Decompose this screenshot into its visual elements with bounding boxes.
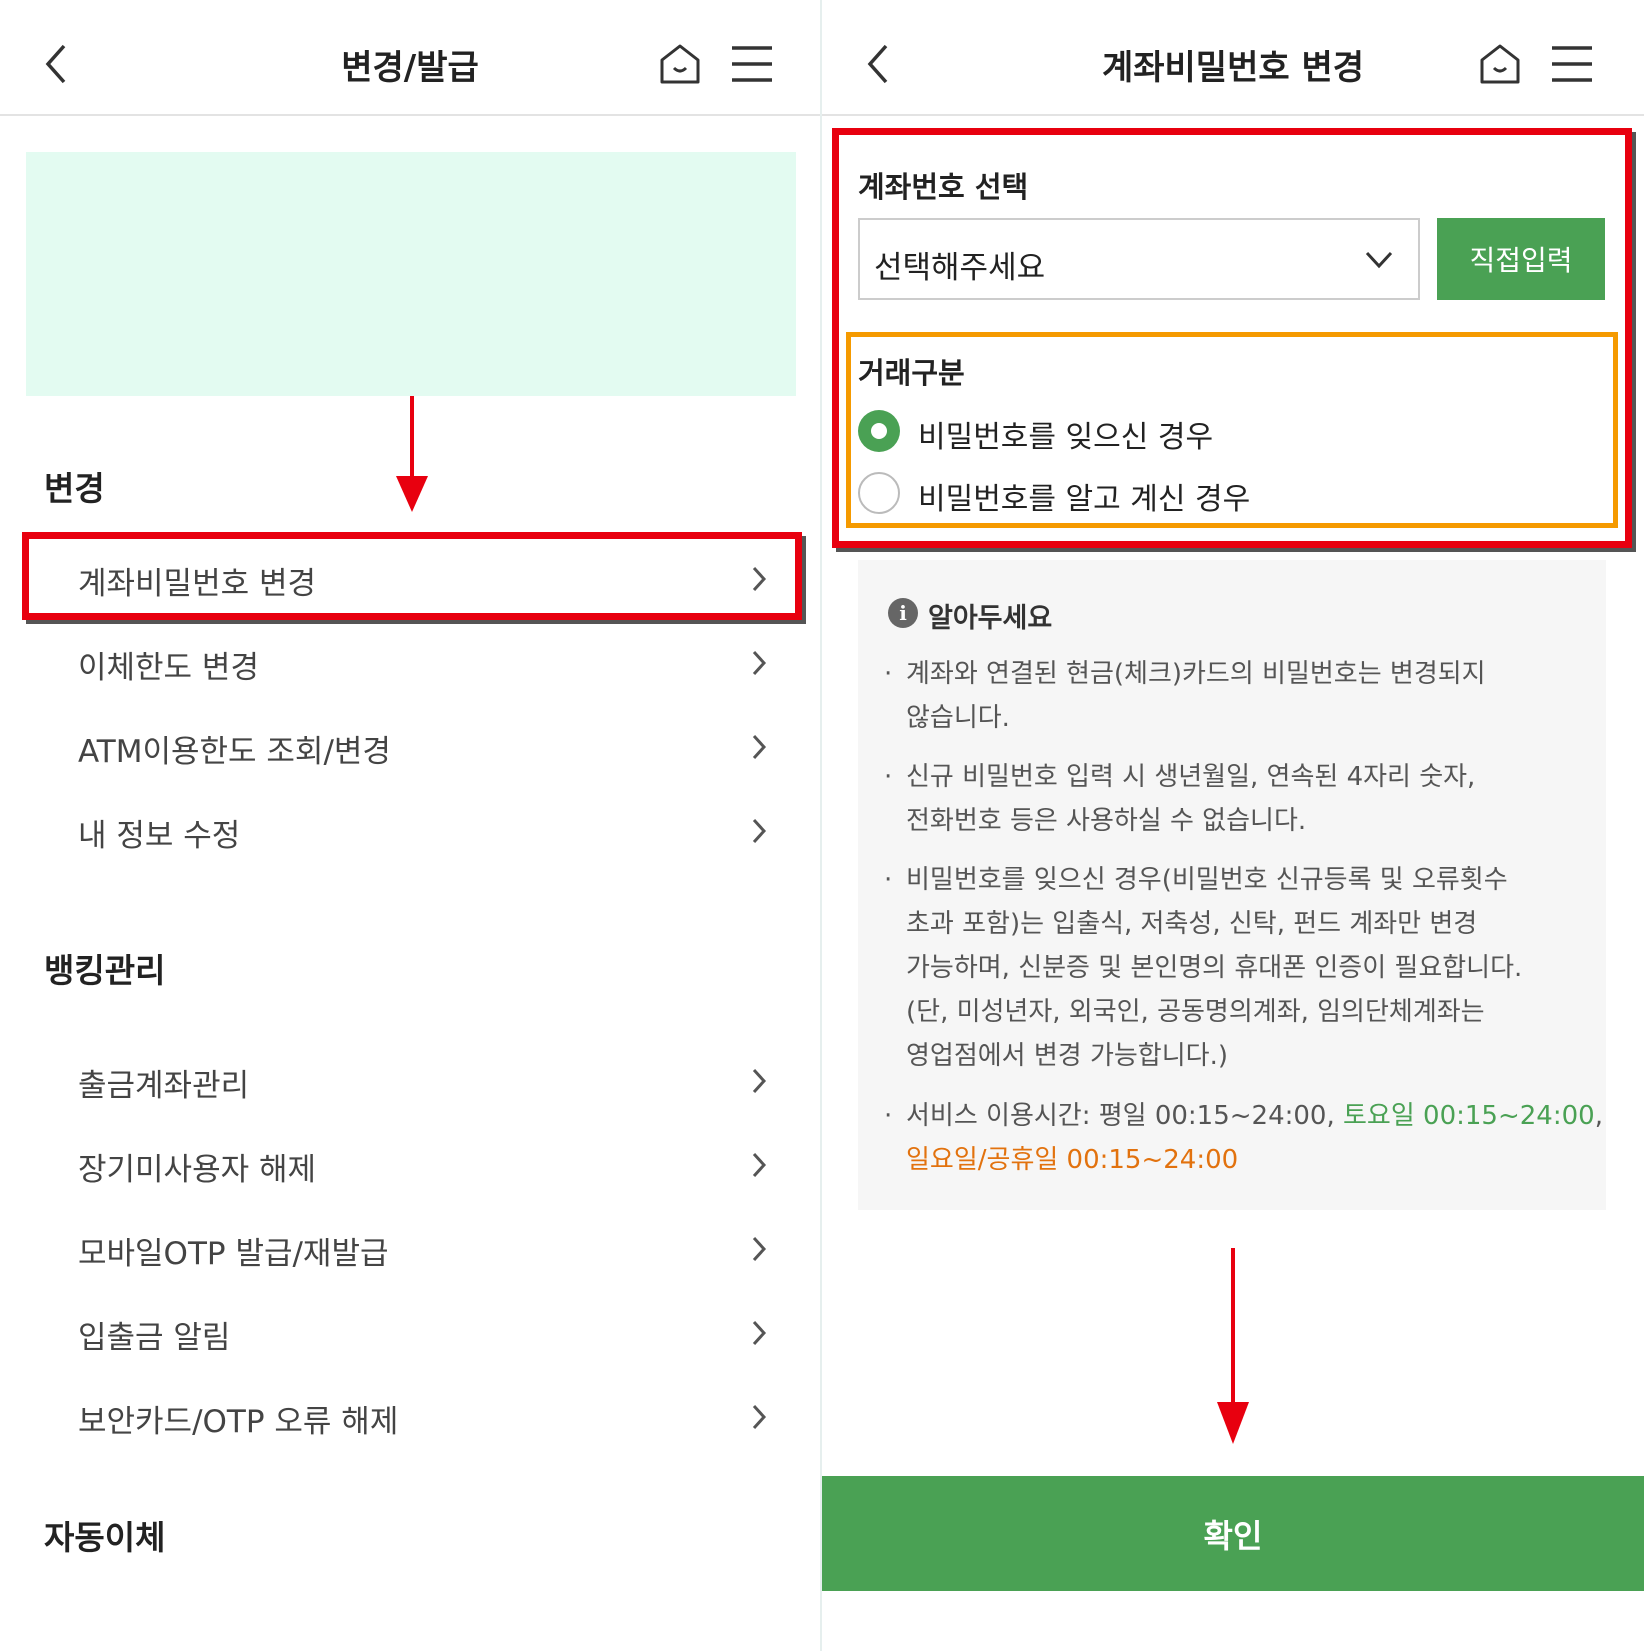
menu-item-label: 입출금 알림	[78, 1320, 231, 1356]
menu-item-security-card-error[interactable]: 보안카드/OTP 오류 해제	[28, 1376, 798, 1456]
menu-item-transaction-alert[interactable]: 입출금 알림	[28, 1292, 798, 1372]
service-hours-comma: ,	[1594, 1101, 1603, 1131]
menu-item-label: 이체한도 변경	[78, 650, 259, 686]
chevron-right-icon	[752, 1320, 767, 1346]
notice-line: (단, 미성년자, 외국인, 공동명의계좌, 임의단체계좌는	[906, 997, 1485, 1027]
service-hours-saturday: 토요일 00:15~24:00	[1343, 1101, 1595, 1131]
chevron-right-icon	[752, 1404, 767, 1430]
menu-item-edit-info[interactable]: 내 정보 수정	[28, 790, 798, 870]
menu-item-label: 모바일OTP 발급/재발급	[78, 1236, 389, 1272]
highlight-box-red	[22, 532, 802, 620]
down-arrow-annotation	[1217, 1248, 1249, 1444]
hamburger-menu-icon[interactable]	[1548, 40, 1596, 88]
left-screen: 변경/발급 변경 계좌비밀번호 변경 이체한도 변경 ATM이용한도 조회/변경…	[0, 0, 820, 1651]
menu-item-label: ATM이용한도 조회/변경	[78, 734, 391, 770]
right-screen: 계좌비밀번호 변경 계좌번호 선택 선택해주세요 직접입력 거래구분 비밀번호를…	[822, 0, 1644, 1651]
notice-line: 계좌와 연결된 현금(체크)카드의 비밀번호는 변경되지	[906, 659, 1486, 689]
menu-item-withdraw-account[interactable]: 출금계좌관리	[28, 1040, 798, 1120]
menu-item-transfer-limit[interactable]: 이체한도 변경	[28, 622, 798, 702]
home-icon[interactable]	[656, 40, 704, 88]
promo-banner[interactable]	[26, 152, 796, 396]
service-hours-weekday: 서비스 이용시간: 평일 00:15~24:00,	[906, 1101, 1344, 1131]
notice-line: 비밀번호를 잊으신 경우(비밀번호 신규등록 및 오류횟수	[906, 865, 1508, 895]
menu-item-label: 보안카드/OTP 오류 해제	[78, 1404, 399, 1440]
notice-line: 전화번호 등은 사용하실 수 없습니다.	[906, 806, 1307, 836]
menu-item-atm-limit[interactable]: ATM이용한도 조회/변경	[28, 706, 798, 786]
chevron-right-icon	[752, 1236, 767, 1262]
confirm-button[interactable]: 확인	[822, 1476, 1644, 1591]
menu-item-dormant-release[interactable]: 장기미사용자 해제	[28, 1124, 798, 1204]
header-bar: 변경/발급	[0, 0, 820, 116]
hamburger-menu-icon[interactable]	[728, 40, 776, 88]
section-title-banking: 뱅킹관리	[44, 951, 166, 990]
home-icon[interactable]	[1476, 40, 1524, 88]
chevron-right-icon	[752, 818, 767, 844]
notice-title: 알아두세요	[928, 603, 1053, 634]
info-icon: i	[888, 598, 918, 628]
menu-item-mobile-otp[interactable]: 모바일OTP 발급/재발급	[28, 1208, 798, 1288]
section-title-auto-transfer: 자동이체	[44, 1518, 166, 1557]
notice-line: 않습니다.	[906, 703, 1010, 733]
highlight-box-orange	[846, 332, 1618, 528]
notice-line: 가능하며, 신분증 및 본인명의 휴대폰 인증이 필요합니다.	[906, 953, 1523, 983]
down-arrow-annotation	[396, 396, 428, 512]
notice-line: 영업점에서 변경 가능합니다.)	[906, 1041, 1228, 1071]
section-title-change: 변경	[44, 469, 105, 508]
notice-line: 초과 포함)는 입출식, 저축성, 신탁, 펀드 계좌만 변경	[906, 909, 1478, 939]
chevron-right-icon	[752, 1152, 767, 1178]
menu-item-label: 내 정보 수정	[78, 818, 241, 854]
chevron-right-icon	[752, 1068, 767, 1094]
service-hours-holiday: 일요일/공휴일 00:15~24:00	[906, 1145, 1239, 1175]
menu-item-label: 출금계좌관리	[78, 1068, 250, 1104]
notice-box: i 알아두세요 · 계좌와 연결된 현금(체크)카드의 비밀번호는 변경되지 않…	[858, 560, 1606, 1210]
chevron-right-icon	[752, 734, 767, 760]
chevron-right-icon	[752, 650, 767, 676]
notice-line: 신규 비밀번호 입력 시 생년월일, 연속된 4자리 숫자,	[906, 762, 1476, 792]
menu-item-label: 장기미사용자 해제	[78, 1152, 317, 1188]
header-bar: 계좌비밀번호 변경	[822, 0, 1644, 116]
